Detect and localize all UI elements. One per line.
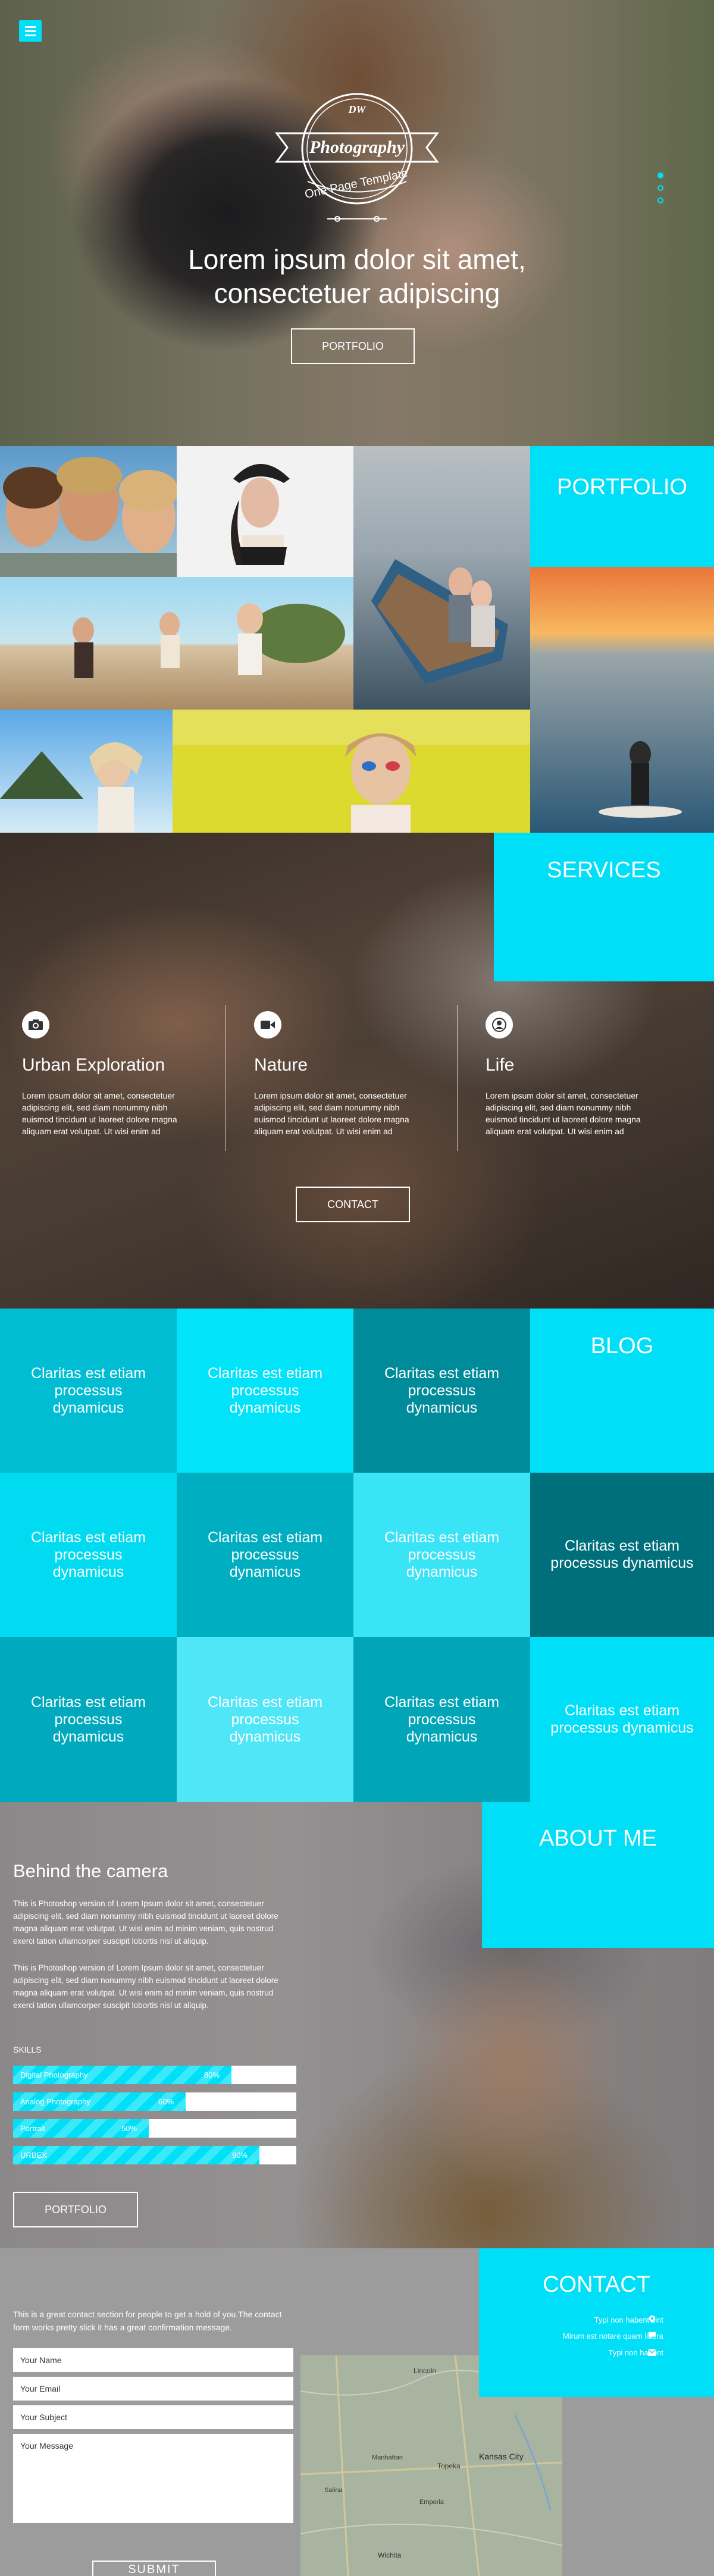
map-label: Lincoln <box>414 2367 436 2375</box>
slider-dot[interactable] <box>657 185 663 191</box>
blog-tile[interactable]: Claritas est etiam processus dynamicus <box>177 1637 353 1802</box>
blog-tile-text: Claritas est etiam processus dynamicus <box>207 1529 323 1580</box>
blog-tile-text: Claritas est etiam processus dynamicus <box>30 1529 146 1580</box>
portfolio-photo[interactable] <box>353 446 530 710</box>
chat-bubble-icon <box>648 2332 656 2339</box>
service-text: Lorem ipsum dolor sit amet, consectetuer… <box>486 1091 641 1136</box>
contact-intro: This is a great contact section for peop… <box>13 2310 282 2332</box>
skill-name: Portrait <box>20 2124 45 2133</box>
user-icon <box>486 1011 513 1038</box>
portfolio-title: PORTFOLIO <box>530 446 714 567</box>
portfolio-photo[interactable] <box>173 710 530 833</box>
blog-tile[interactable]: Claritas est etiam processus dynamicus <box>353 1473 530 1637</box>
video-camera-icon <box>254 1011 281 1038</box>
portfolio-photo[interactable] <box>0 710 173 833</box>
skill-percent: 80% <box>204 2070 220 2079</box>
map-label: Manhattan <box>372 2454 403 2461</box>
blog-tile-text: Claritas est etiam processus dynamicus <box>550 1702 694 1736</box>
hero-portfolio-button[interactable]: PORTFOLIO <box>291 328 415 364</box>
portfolio-photo[interactable] <box>0 446 177 577</box>
about-heading: Behind the camera <box>13 1860 168 1881</box>
skills-label: SKILLS <box>13 2045 42 2054</box>
skill-bar: Analog Photography 60% <box>13 2092 296 2111</box>
skill-bar: Digital Photography 80% <box>13 2066 296 2084</box>
services-title: SERVICES <box>494 833 714 981</box>
service-title: Life <box>486 1055 515 1075</box>
blog-tile-text: Claritas est etiam processus dynamicus <box>30 1693 146 1745</box>
service-title: Urban Exploration <box>22 1055 165 1075</box>
map-label: Wichita <box>378 2551 402 2559</box>
skill-name: Analog Photography <box>20 2097 90 2106</box>
envelope-icon <box>647 2348 657 2356</box>
blog-tile[interactable]: Claritas est etiam processus dynamicus <box>353 1637 530 1802</box>
hero-heading-line2: consectetuer adipiscing <box>214 278 500 309</box>
logo-initials: DW <box>347 103 367 115</box>
blog-tile[interactable]: Claritas est etiam processus dynamicus <box>530 1637 714 1802</box>
map-label: Salina <box>324 2487 343 2494</box>
blog-tile-text: Claritas est etiam processus dynamicus <box>384 1693 500 1745</box>
skill-name: URBEX <box>20 2151 47 2160</box>
blog-tile[interactable]: Claritas est etiam processus dynamicus <box>0 1637 177 1802</box>
services-contact-button[interactable]: CONTACT <box>296 1187 410 1222</box>
map-label: Topeka <box>437 2462 461 2470</box>
menu-bar-icon <box>25 26 36 28</box>
slider-dot[interactable] <box>657 172 663 178</box>
message-field[interactable] <box>13 2434 293 2523</box>
skill-name: Digital Photography <box>20 2070 88 2079</box>
blog-tile-text: Claritas est etiam processus dynamicus <box>384 1364 500 1416</box>
blog-tile[interactable]: Claritas est etiam processus dynamicus <box>530 1473 714 1637</box>
blog-tile-text: Claritas est etiam processus dynamicus <box>550 1538 694 1571</box>
service-nature: Nature Lorem ipsum dolor sit amet, conse… <box>254 1011 456 1137</box>
location-pin-icon <box>649 2315 656 2323</box>
hamburger-menu-button[interactable] <box>19 20 42 42</box>
blog-tile-text: Claritas est etiam processus dynamicus <box>384 1529 500 1580</box>
submit-button[interactable]: SUBMIT <box>92 2561 216 2576</box>
blog-tile-text: Claritas est etiam processus dynamicus <box>30 1364 146 1416</box>
skill-bar: URBEX 90% <box>13 2146 296 2164</box>
about-paragraph: This is Photoshop version of Lorem Ipsum… <box>13 1899 278 1946</box>
skill-percent: 60% <box>158 2097 174 2106</box>
service-divider <box>457 1005 458 1151</box>
camera-icon <box>22 1011 49 1038</box>
about-portfolio-button[interactable]: PORTFOLIO <box>13 2192 138 2227</box>
skill-percent: 50% <box>121 2124 137 2133</box>
map-label: Emporia <box>419 2499 444 2506</box>
portfolio-photo[interactable] <box>0 577 353 710</box>
blog-tile[interactable]: Claritas est etiam processus dynamicus <box>177 1309 353 1473</box>
blog-tile[interactable]: Claritas est etiam processus dynamicus <box>0 1309 177 1473</box>
blog-tile-text: Claritas est etiam processus dynamicus <box>207 1364 323 1416</box>
menu-bar-icon <box>25 30 36 32</box>
menu-bar-icon <box>25 34 36 36</box>
slider-dots <box>657 172 663 210</box>
hero-heading-line1: Lorem ipsum dolor sit amet, <box>188 244 526 275</box>
subject-field[interactable] <box>13 2405 293 2429</box>
portfolio-photo[interactable] <box>530 567 714 833</box>
logo-title: Photography <box>309 137 405 157</box>
hero-heading: Lorem ipsum dolor sit amet, consectetuer… <box>89 243 625 310</box>
logo-subtitle: One Page Template <box>303 167 409 201</box>
about-paragraph: This is Photoshop version of Lorem Ipsum… <box>13 1963 278 2010</box>
blog-title: BLOG <box>530 1309 714 1473</box>
about-title: ABOUT ME <box>482 1802 714 1948</box>
service-text: Lorem ipsum dolor sit amet, consectetuer… <box>254 1091 409 1136</box>
blog-tile[interactable]: Claritas est etiam processus dynamicus <box>177 1473 353 1637</box>
service-title: Nature <box>254 1055 308 1075</box>
skill-percent: 90% <box>232 2151 248 2160</box>
service-text: Lorem ipsum dolor sit amet, consectetuer… <box>22 1091 177 1136</box>
slider-dot[interactable] <box>657 197 663 203</box>
photography-logo: DW Photography One Page Template <box>275 93 439 222</box>
email-field[interactable] <box>13 2377 293 2401</box>
blog-tile[interactable]: Claritas est etiam processus dynamicus <box>353 1309 530 1473</box>
portfolio-section: PORTFOLIO <box>0 446 714 833</box>
map-label: Kansas City <box>479 2452 524 2461</box>
service-urban-exploration: Urban Exploration Lorem ipsum dolor sit … <box>22 1011 224 1137</box>
portfolio-photo[interactable] <box>177 446 353 577</box>
name-field[interactable] <box>13 2348 293 2372</box>
service-divider <box>225 1005 226 1151</box>
blog-tile-text: Claritas est etiam processus dynamicus <box>207 1693 323 1745</box>
blog-tile[interactable]: Claritas est etiam processus dynamicus <box>0 1473 177 1637</box>
skill-bar: Portrait 50% <box>13 2119 296 2138</box>
service-life: Life Lorem ipsum dolor sit amet, consect… <box>486 1011 688 1137</box>
skill-bar-fill <box>13 2146 259 2164</box>
